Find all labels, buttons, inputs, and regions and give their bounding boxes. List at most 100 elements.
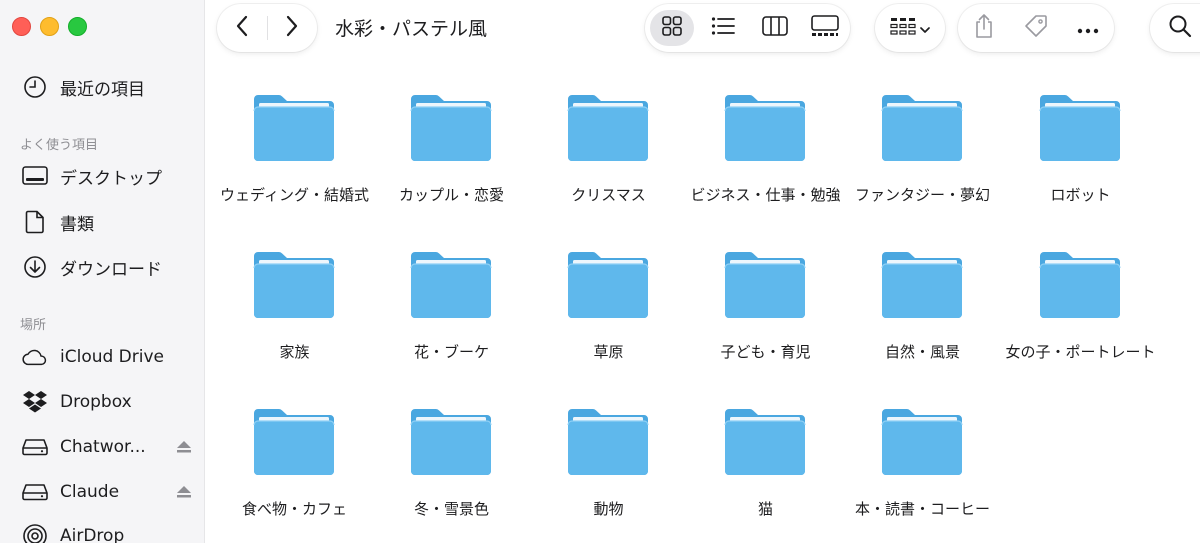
drive-icon <box>22 479 48 505</box>
group-menu-trigger[interactable] <box>880 10 940 46</box>
list-view-button[interactable] <box>701 10 745 46</box>
dropbox-icon <box>22 389 48 415</box>
tag-icon <box>1024 14 1048 42</box>
sidebar-item-label: AirDrop <box>60 526 125 543</box>
drive-icon <box>22 434 48 460</box>
sidebar-item-label: ダウンロード <box>60 259 162 280</box>
favorites-header: よく使う項目 <box>20 138 99 153</box>
folder-item[interactable]: クリスマス <box>530 60 687 210</box>
folder-icon <box>879 91 965 163</box>
folder-icon <box>251 248 337 320</box>
folder-item[interactable]: ファンタジー・夢幻 <box>844 60 1001 210</box>
folder-item[interactable]: 女の子・ポートレート <box>1002 217 1159 367</box>
ellipsis-icon <box>1077 19 1099 38</box>
folder-item[interactable]: 猫 <box>687 374 844 524</box>
minimize-window-button[interactable] <box>40 17 59 36</box>
folder-name: 猫 <box>757 500 773 518</box>
document-icon <box>22 209 48 235</box>
column-view-button[interactable] <box>753 10 797 46</box>
sidebar-item-desktop[interactable]: デスクトップ <box>22 161 192 191</box>
folder-icon <box>408 91 494 163</box>
folder-item[interactable]: ロボット <box>1002 60 1159 210</box>
folder-item[interactable]: 草原 <box>530 217 687 367</box>
folder-name: 花・ブーケ <box>413 343 489 361</box>
folder-name: 家族 <box>279 343 310 361</box>
folder-item[interactable]: 子ども・育児 <box>687 217 844 367</box>
share-button[interactable] <box>962 10 1006 46</box>
gallery-view-button[interactable] <box>803 10 847 46</box>
folder-icon <box>565 91 651 163</box>
folder-name: ウェディング・結婚式 <box>220 186 369 204</box>
sidebar-item-recents[interactable]: 最近の項目 <box>22 72 192 102</box>
tag-button[interactable] <box>1014 10 1058 46</box>
folder-name: 食べ物・カフェ <box>241 500 347 518</box>
icon-view-button[interactable] <box>650 10 694 46</box>
sidebar-item-claude[interactable]: Claude <box>22 477 192 507</box>
search-trigger[interactable] <box>1158 10 1200 46</box>
action-controls <box>958 4 1114 52</box>
folder-item[interactable]: 動物 <box>530 374 687 524</box>
view-mode-switcher <box>645 4 850 52</box>
sidebar-item-label: Claude <box>60 482 120 502</box>
folder-name: ビジネス・仕事・勉強 <box>690 186 841 204</box>
folder-grid: ウェディング・結婚式 カップル・恋愛 クリスマス ビジネス・仕事・勉強 ファンタジー・夢… <box>205 60 1200 543</box>
gallery-view-icon <box>811 15 839 41</box>
sidebar-item-label: Dropbox <box>60 392 132 412</box>
folder-name: 子ども・育児 <box>720 343 811 361</box>
search-button[interactable] <box>1150 4 1200 52</box>
folder-item[interactable]: 冬・雪景色 <box>373 374 530 524</box>
folder-name: クリスマス <box>571 186 646 204</box>
folder-item[interactable]: 自然・風景 <box>844 217 1001 367</box>
sidebar-item-label: iCloud Drive <box>60 347 165 367</box>
desktop-icon <box>22 163 48 189</box>
folder-name: ファンタジー・夢幻 <box>854 186 990 204</box>
folder-icon <box>565 405 651 477</box>
sidebar-item-downloads[interactable]: ダウンロード <box>22 252 192 282</box>
folder-name: 冬・雪景色 <box>413 500 489 518</box>
folder-name: カップル・恋愛 <box>398 186 504 204</box>
sidebar: 最近の項目 よく使う項目 デスクトップ 書類 ダウンロード 場所 iCloud … <box>0 0 205 543</box>
zoom-window-button[interactable] <box>68 17 87 36</box>
icon-view-icon <box>661 15 683 41</box>
sidebar-item-chatwork[interactable]: Chatwor... <box>22 432 192 462</box>
sidebar-item-label: 最近の項目 <box>60 79 145 100</box>
navigation-controls <box>217 4 317 52</box>
more-actions-button[interactable] <box>1066 10 1110 46</box>
back-button[interactable] <box>217 4 267 52</box>
chevron-left-icon <box>235 15 249 41</box>
folder-item[interactable]: ウェディング・結婚式 <box>216 60 373 210</box>
sidebar-item-label: Chatwor... <box>60 437 146 457</box>
clock-icon <box>22 74 48 100</box>
search-icon <box>1168 14 1192 42</box>
folder-name: 自然・風景 <box>884 343 960 361</box>
eject-icon[interactable] <box>176 484 192 503</box>
folder-icon <box>565 248 651 320</box>
locations-header: 場所 <box>20 318 47 333</box>
folder-name: 草原 <box>593 343 624 361</box>
folder-icon <box>722 248 808 320</box>
folder-item[interactable]: 花・ブーケ <box>373 217 530 367</box>
forward-button[interactable] <box>267 4 317 52</box>
folder-icon <box>722 405 808 477</box>
folder-icon <box>408 405 494 477</box>
sidebar-item-documents[interactable]: 書類 <box>22 207 192 237</box>
sidebar-item-dropbox[interactable]: Dropbox <box>22 387 192 417</box>
folder-icon <box>1037 248 1123 320</box>
folder-item[interactable]: カップル・恋愛 <box>373 60 530 210</box>
group-button[interactable] <box>875 4 945 52</box>
folder-item[interactable]: 本・読書・コーヒー <box>844 374 1001 524</box>
folder-item[interactable]: ビジネス・仕事・勉強 <box>687 60 844 210</box>
close-window-button[interactable] <box>12 17 31 36</box>
folder-icon <box>1037 91 1123 163</box>
sidebar-item-airdrop[interactable]: AirDrop <box>22 521 192 543</box>
chevron-right-icon <box>285 15 299 41</box>
share-icon <box>974 13 994 43</box>
eject-icon[interactable] <box>176 439 192 458</box>
folder-icon <box>251 405 337 477</box>
cloud-icon <box>22 344 48 370</box>
folder-item[interactable]: 食べ物・カフェ <box>216 374 373 524</box>
folder-item[interactable]: 家族 <box>216 217 373 367</box>
folder-icon <box>408 248 494 320</box>
folder-icon <box>722 91 808 163</box>
sidebar-item-icloud[interactable]: iCloud Drive <box>22 342 192 372</box>
